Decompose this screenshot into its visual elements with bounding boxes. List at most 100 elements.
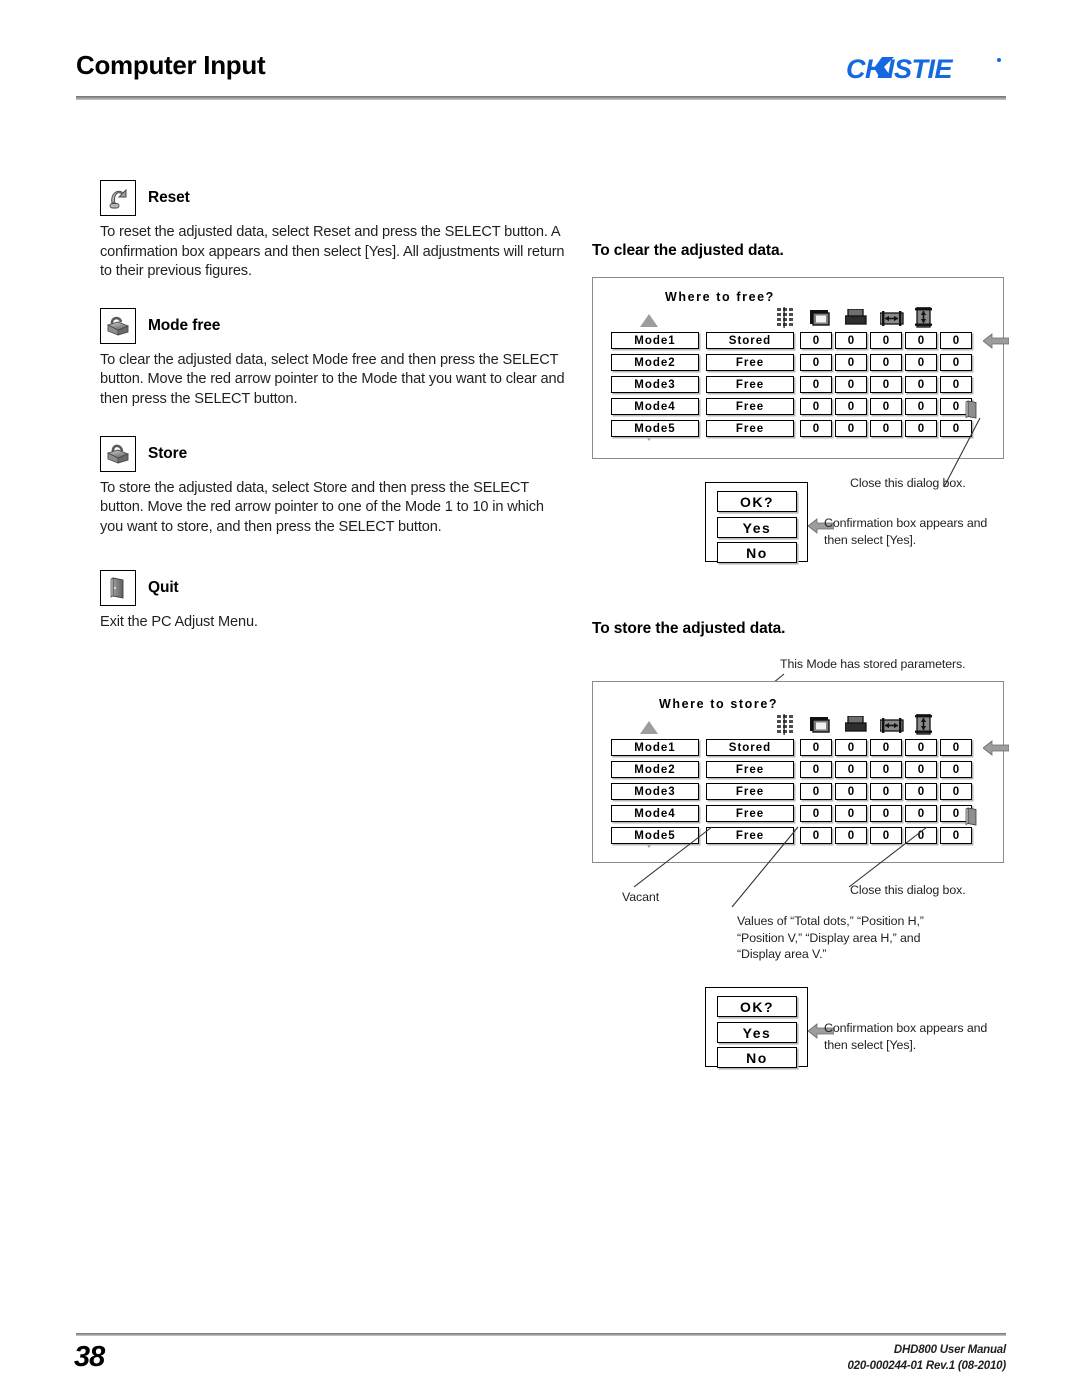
confirm-yes-button[interactable]: Yes (717, 1022, 797, 1043)
value-cell[interactable]: 0 (940, 739, 972, 756)
value-cell[interactable]: 0 (870, 332, 902, 349)
value-cell[interactable]: 0 (800, 354, 832, 371)
position-h-icon (810, 309, 832, 329)
value-cell[interactable]: 0 (835, 376, 867, 393)
item-store: Store (100, 435, 568, 472)
value-cell[interactable]: 0 (835, 761, 867, 778)
item-title: Mode free (148, 316, 221, 334)
value-cell[interactable]: 0 (800, 805, 832, 822)
value-cell[interactable]: 0 (905, 354, 937, 371)
mode-status-cell[interactable]: Free (706, 354, 794, 371)
value-cell[interactable]: 0 (905, 332, 937, 349)
osd-caption: Where to free? (665, 290, 775, 304)
value-cell[interactable]: 0 (800, 783, 832, 800)
callout-vacant: Vacant (622, 890, 660, 904)
display-area-h-icon (880, 311, 904, 331)
value-cell[interactable]: 0 (870, 398, 902, 415)
mode-status-cell[interactable]: Free (706, 376, 794, 393)
value-cell[interactable]: 0 (905, 761, 937, 778)
item-quit: Quit (100, 570, 568, 607)
leader-line-values (731, 826, 799, 908)
value-cell[interactable]: 0 (905, 420, 937, 437)
value-cell[interactable]: 0 (835, 354, 867, 371)
scroll-up-icon[interactable] (640, 721, 658, 734)
total-dots-icon (775, 714, 797, 735)
scroll-up-icon[interactable] (640, 314, 658, 327)
value-cell[interactable]: 0 (835, 783, 867, 800)
value-cell[interactable]: 0 (835, 398, 867, 415)
value-cell[interactable]: 0 (870, 739, 902, 756)
confirm-title: OK? (717, 996, 797, 1017)
mode-status-cell[interactable]: Free (706, 761, 794, 778)
callout-close-dialog: Close this dialog box. (850, 476, 966, 490)
total-dots-icon (775, 307, 797, 328)
mode-name-cell[interactable]: Mode2 (611, 354, 699, 371)
leader-line-close-dialog-2 (848, 826, 928, 888)
value-cell[interactable]: 0 (800, 332, 832, 349)
mode-name-cell[interactable]: Mode5 (611, 420, 699, 437)
value-cell[interactable]: 0 (905, 376, 937, 393)
value-cell[interactable]: 0 (835, 420, 867, 437)
mode-name-cell[interactable]: Mode3 (611, 376, 699, 393)
value-cell[interactable]: 0 (940, 354, 972, 371)
value-cell[interactable]: 0 (835, 805, 867, 822)
value-cell[interactable]: 0 (940, 783, 972, 800)
value-cell[interactable]: 0 (905, 398, 937, 415)
clear-section-title: To clear the adjusted data. (592, 242, 784, 259)
value-cell[interactable]: 0 (870, 783, 902, 800)
item-body: Exit the PC Adjust Menu. (100, 614, 258, 631)
store-icon (100, 435, 136, 472)
mode-status-cell[interactable]: Free (706, 805, 794, 822)
mode-name-cell[interactable]: Mode1 (611, 332, 699, 349)
confirm-no-button[interactable]: No (717, 1047, 797, 1068)
value-cell[interactable]: 0 (940, 761, 972, 778)
mode-name-cell[interactable]: Mode4 (611, 398, 699, 415)
page-number: 38 (74, 1341, 105, 1373)
value-cell[interactable]: 0 (940, 332, 972, 349)
callout-confirmation: Confirmation box appears and then select… (824, 516, 988, 547)
red-arrow-pointer (982, 333, 1010, 349)
value-cell[interactable]: 0 (905, 783, 937, 800)
position-v-icon (845, 309, 867, 329)
mode-status-cell[interactable]: Free (706, 398, 794, 415)
mode-name-cell[interactable]: Mode2 (611, 761, 699, 778)
item-reset: Reset (100, 180, 568, 216)
value-cell[interactable]: 0 (870, 354, 902, 371)
value-cell[interactable]: 0 (870, 805, 902, 822)
header-divider (76, 96, 1006, 100)
value-cell[interactable]: 0 (870, 420, 902, 437)
mode-name-cell[interactable]: Mode1 (611, 739, 699, 756)
value-cell[interactable]: 0 (940, 376, 972, 393)
mode-name-cell[interactable]: Mode3 (611, 783, 699, 800)
confirm-yes-button[interactable]: Yes (717, 517, 797, 538)
value-cell[interactable]: 0 (905, 739, 937, 756)
mode-status-cell[interactable]: Free (706, 783, 794, 800)
display-area-v-icon (915, 714, 937, 735)
value-cell[interactable]: 0 (835, 739, 867, 756)
confirm-no-button[interactable]: No (717, 542, 797, 563)
value-cell[interactable]: 0 (800, 398, 832, 415)
mode-status-cell[interactable]: Free (706, 420, 794, 437)
mode-status-cell[interactable]: Stored (706, 739, 794, 756)
mode-status-cell[interactable]: Stored (706, 332, 794, 349)
page-title: Computer Input (76, 50, 266, 80)
left-column: Reset To reset the adjusted data, select… (100, 180, 568, 633)
callout-values: Values of “Total dots,” “Position H,” “P… (737, 914, 924, 961)
quit-door-icon[interactable] (964, 807, 978, 827)
value-cell[interactable]: 0 (870, 376, 902, 393)
value-cell[interactable]: 0 (800, 739, 832, 756)
item-title: Store (148, 444, 188, 462)
value-cell[interactable]: 0 (870, 761, 902, 778)
red-arrow-pointer (982, 740, 1010, 756)
store-section-title: To store the adjusted data. (592, 620, 786, 637)
mode-name-cell[interactable]: Mode4 (611, 805, 699, 822)
value-cell[interactable]: 0 (800, 420, 832, 437)
leader-line-vacant (633, 826, 713, 888)
quit-door-icon (100, 570, 136, 607)
footer-meta: DHD800 User Manual 020-000244-01 Rev.1 (… (847, 1342, 1006, 1374)
value-cell[interactable]: 0 (905, 805, 937, 822)
value-cell[interactable]: 0 (835, 332, 867, 349)
value-cell[interactable]: 0 (800, 376, 832, 393)
reset-icon (100, 180, 136, 216)
value-cell[interactable]: 0 (800, 761, 832, 778)
